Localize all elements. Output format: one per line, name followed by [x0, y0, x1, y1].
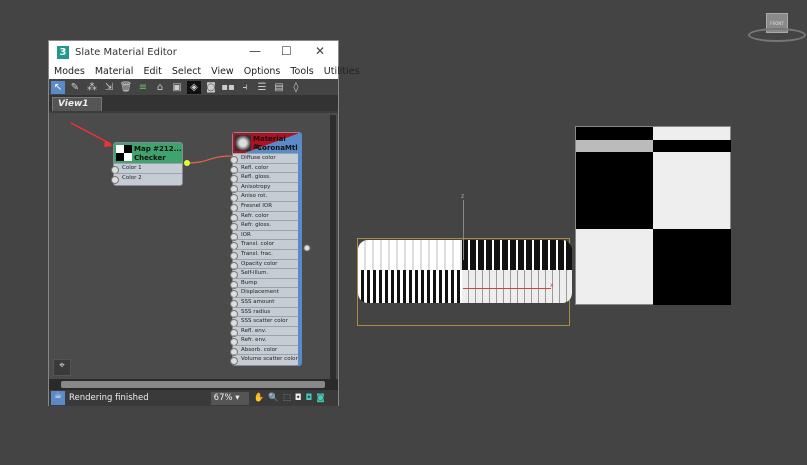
pan-hand-icon[interactable]: ✋ — [254, 393, 265, 403]
menu-select[interactable]: Select — [167, 66, 206, 77]
horizontal-scrollbar[interactable] — [61, 381, 325, 388]
gizmo-z-axis — [463, 200, 464, 260]
show-map-icon[interactable]: ▣ — [170, 81, 184, 94]
node-wire — [186, 155, 233, 164]
port-aniso-rot-[interactable]: Aniso rot. — [230, 191, 298, 202]
port-sss-scatter-color[interactable]: SSS scatter color — [230, 316, 298, 327]
sort-icon[interactable]: ☰ — [255, 81, 269, 94]
wireframe-object[interactable] — [358, 240, 572, 303]
teapot-icon: ☕ — [51, 391, 65, 405]
menu-modes[interactable]: Modes — [49, 66, 90, 77]
gizmo-x-label: x — [550, 282, 554, 289]
menu-edit[interactable]: Edit — [138, 66, 166, 77]
maximize-button[interactable]: ☐ — [281, 44, 292, 58]
material-thumbnail — [235, 135, 251, 151]
status-text: Rendering finished — [69, 393, 149, 403]
material-map-browser-icon[interactable]: ▤ — [272, 81, 286, 94]
title-bar[interactable]: 3 Slate Material Editor — ☐ ✕ — [49, 41, 338, 63]
port-refl-env-[interactable]: Refl. env. — [230, 325, 298, 337]
zoom-region-icon[interactable]: ⬚ — [283, 393, 291, 403]
port-absorb-color[interactable]: Absorb. color — [230, 344, 298, 356]
port-refr-gloss-[interactable]: Refr. gloss. — [230, 220, 298, 231]
app-icon: 3 — [57, 45, 69, 59]
port-refl-color[interactable]: Refl. color — [230, 162, 298, 174]
show-background-icon[interactable]: ◈ — [187, 80, 201, 94]
delete-icon[interactable]: 🗑 — [119, 81, 133, 94]
gizmo-x-axis — [463, 288, 551, 289]
slate-material-editor-window: 3 Slate Material Editor — ☐ ✕ Modes Mate… — [48, 40, 360, 406]
layout-children-icon[interactable]: ▪▪ — [221, 81, 235, 94]
minimize-button[interactable]: — — [249, 44, 261, 58]
layout-icon[interactable]: ◙ — [204, 81, 218, 94]
port-volume-scatter-color[interactable]: Volume scatter color — [230, 354, 298, 366]
port-refr-env-[interactable]: Refr. env. — [230, 335, 298, 346]
port-refr-color[interactable]: Refr. color — [230, 210, 298, 222]
vertical-scrollbar[interactable] — [330, 115, 336, 379]
node-header[interactable]: Map #212... Checker — [114, 143, 182, 163]
select-icon[interactable]: ↖ — [51, 80, 65, 94]
port-transl-color[interactable]: Transl. color — [230, 239, 298, 250]
node-title: Map #212... — [134, 145, 182, 153]
node-type: Checker — [134, 154, 166, 162]
menu-options[interactable]: Options — [239, 66, 286, 77]
eyedropper-icon[interactable]: ✎ — [68, 81, 82, 94]
port-anisotropy[interactable]: Anisotropy — [230, 181, 298, 193]
menu-view[interactable]: View — [206, 66, 239, 77]
output-port-icon — [184, 160, 190, 166]
port-refl-gloss-[interactable]: Refl. gloss. — [230, 172, 298, 183]
hide-slots-icon[interactable]: ⫞ — [238, 81, 252, 94]
toolbar: ↖ ✎ ⁂ ⇲ 🗑 ≡ ⌂ ▣ ◈ ◙ ▪▪ ⫞ ☰ ▤ ◊ — [49, 79, 338, 95]
port-color2[interactable]: Color 2 — [111, 172, 182, 184]
red-arrow — [70, 122, 112, 145]
checker-node[interactable]: Map #212... Checker Color 1 Color 2 — [111, 142, 183, 186]
zoom-value: 67% — [213, 392, 233, 403]
menu-material[interactable]: Material — [90, 66, 139, 77]
zoom-extents-selected-icon[interactable]: ◘ — [306, 393, 313, 403]
zoom-dropdown[interactable]: 67% ▾ — [210, 391, 249, 405]
viewcube-ring[interactable] — [748, 28, 806, 42]
menu-utilities[interactable]: Utilities — [319, 66, 365, 77]
port-color1[interactable]: Color 1 — [111, 163, 182, 174]
material-output-port-icon — [303, 244, 311, 252]
view-tab-bar: View1 — [49, 95, 338, 111]
tab-view1[interactable]: View1 — [52, 97, 102, 111]
node-type: CoronaMtl — [257, 144, 298, 152]
zoom-extents-icon[interactable]: ◘ — [295, 393, 302, 403]
node-header[interactable]: Material #... CoronaMtl — [233, 133, 298, 153]
node-view-canvas[interactable]: Map #212... Checker Color 1 Color 2 Mate… — [49, 113, 338, 381]
port-transl-frac-[interactable]: Transl. frac. — [230, 248, 298, 260]
corona-material-node[interactable]: Material #... CoronaMtl Diffuse color Ref… — [230, 132, 302, 366]
port-sss-amount[interactable]: SSS amount — [230, 296, 298, 308]
binoculars-icon[interactable]: ⌖ — [53, 359, 71, 376]
port-displacement[interactable]: Displacement — [230, 287, 298, 298]
menu-bar: Modes Material Edit Select View Options … — [49, 63, 360, 79]
close-button[interactable]: ✕ — [315, 44, 325, 58]
port-ior[interactable]: IOR — [230, 229, 298, 241]
port-opacity-color[interactable]: Opacity color — [230, 258, 298, 270]
port-self-illum-[interactable]: Self-illum. — [230, 268, 298, 279]
port-diffuse-color[interactable]: Diffuse color — [230, 153, 298, 164]
checker-thumbnail — [116, 145, 132, 161]
gizmo-z-label: z — [461, 193, 465, 200]
pan-to-selected-icon[interactable]: ◙ — [316, 393, 324, 403]
hide-unused-icon[interactable]: ⌂ — [153, 81, 167, 94]
port-fresnel-ior[interactable]: Fresnel IOR — [230, 200, 298, 212]
port-sss-radius[interactable]: SSS radius — [230, 306, 298, 318]
zoom-icon[interactable]: 🔍 — [268, 393, 279, 403]
put-material-icon[interactable]: ⇲ — [102, 81, 116, 94]
port-bump[interactable]: Bump — [230, 277, 298, 289]
menu-tools[interactable]: Tools — [285, 66, 318, 77]
window-title: Slate Material Editor — [75, 46, 177, 58]
status-bar: ☕ Rendering finished 67% ▾ ✋ 🔍 ⬚ ◘ ◘ ◙ — [49, 390, 338, 406]
navigator-icon[interactable]: ◊ — [289, 81, 303, 94]
move-children-icon[interactable]: ≡ — [136, 81, 150, 94]
checker-plane[interactable] — [575, 126, 731, 305]
pick-material-icon[interactable]: ⁂ — [85, 81, 99, 94]
